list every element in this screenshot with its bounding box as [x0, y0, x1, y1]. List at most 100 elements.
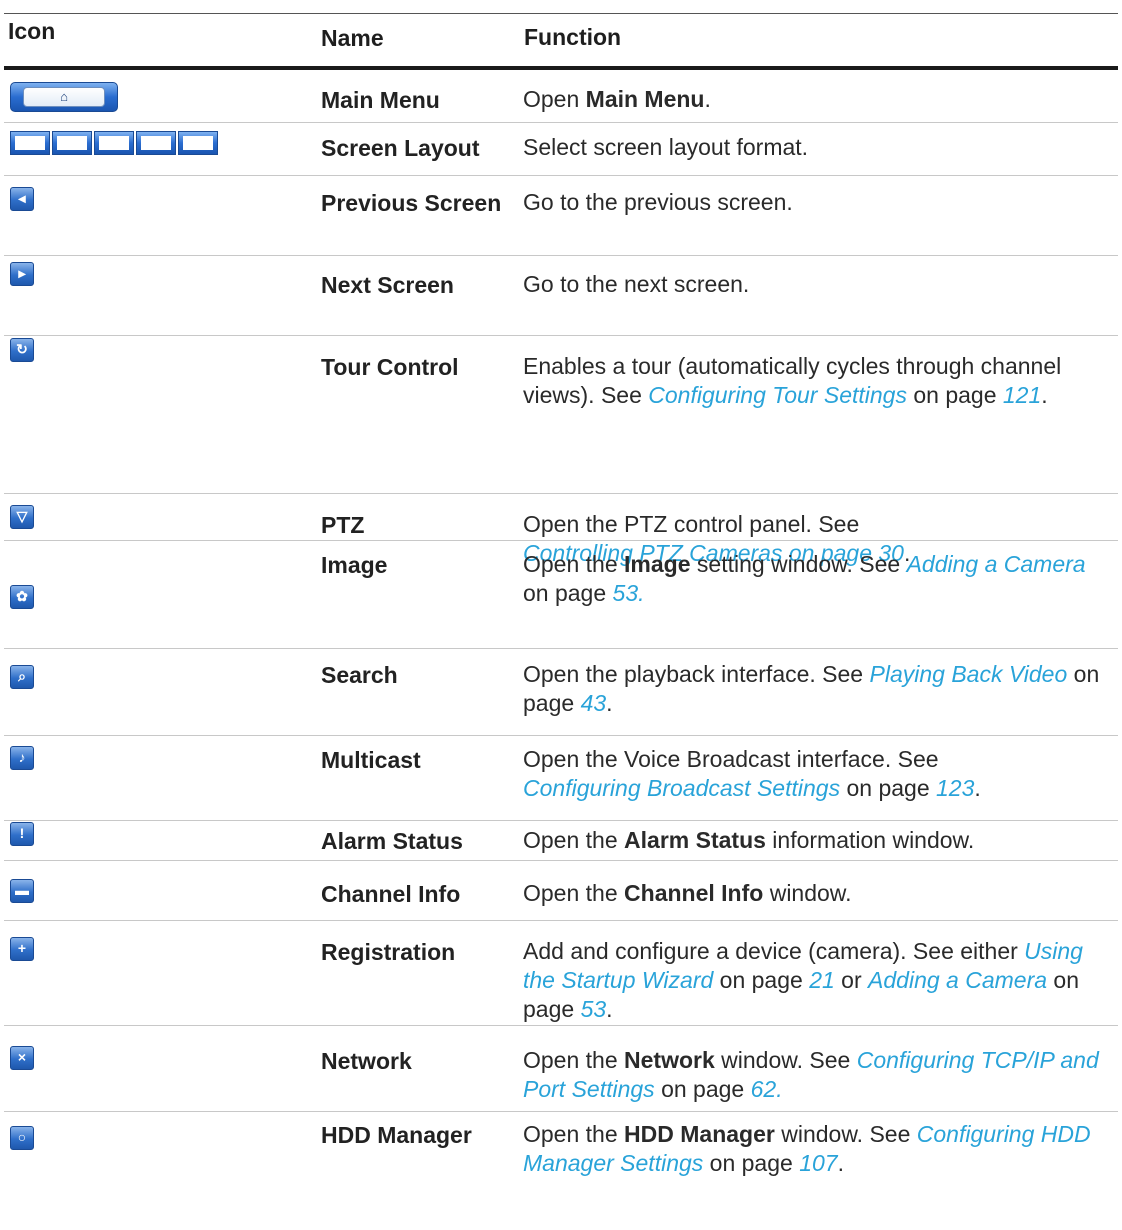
- row-divider: [4, 335, 1118, 336]
- function-text: setting window. See: [690, 551, 907, 577]
- column-header-icon: Icon: [8, 18, 56, 44]
- function-text: Open the: [523, 880, 625, 906]
- row-function: Go to the next screen.: [523, 270, 1118, 299]
- row-divider: [4, 175, 1118, 176]
- row-function: Select screen layout format.: [523, 133, 1118, 162]
- layout-4-icon: [52, 131, 92, 155]
- row-divider: [4, 1025, 1118, 1026]
- row-function: Go to the previous screen.: [523, 188, 1118, 217]
- row-function: Open the Voice Broadcast interface. See …: [523, 745, 1118, 803]
- function-text: Add and configure a device (camera). See…: [523, 938, 1025, 964]
- row-name: Image: [321, 552, 388, 578]
- function-text: Open the: [523, 1047, 625, 1073]
- function-text: .: [974, 775, 981, 801]
- row-function: Open the Alarm Status information window…: [523, 826, 1118, 855]
- row-name: Registration: [321, 939, 456, 965]
- column-header-function: Function: [524, 24, 622, 50]
- function-text: Open the PTZ control panel. See: [523, 511, 860, 537]
- cross-reference-link[interactable]: 53.: [613, 580, 645, 606]
- row-name: Alarm Status: [321, 828, 463, 854]
- row-name: Search: [321, 662, 398, 688]
- bold-term: Image: [624, 551, 691, 577]
- bold-term: Main Menu: [585, 86, 705, 112]
- row-divider: [4, 860, 1118, 861]
- function-text: Open the: [523, 827, 625, 853]
- function-text: Open the: [523, 1121, 625, 1147]
- row-name: HDD Manager: [321, 1122, 472, 1148]
- function-text: .: [837, 1150, 844, 1176]
- row-function: Open the Channel Info window.: [523, 879, 1118, 908]
- cross-reference-link[interactable]: Playing Back Video: [870, 661, 1068, 687]
- cross-reference-link[interactable]: 53: [581, 996, 607, 1022]
- function-text: window. See: [714, 1047, 857, 1073]
- cross-reference-link[interactable]: 21: [809, 967, 835, 993]
- function-text: on page: [713, 967, 810, 993]
- cross-reference-link[interactable]: Configuring Tour Settings: [648, 382, 907, 408]
- cross-reference-link[interactable]: 43: [581, 690, 607, 716]
- layout-9-icon: [136, 131, 176, 155]
- cross-reference-link[interactable]: Adding a Camera: [907, 551, 1086, 577]
- header-rule: [4, 66, 1118, 70]
- function-text: .: [704, 86, 711, 112]
- function-text: .: [606, 996, 613, 1022]
- row-function: Add and configure a device (camera). See…: [523, 937, 1118, 1024]
- cross-reference-link[interactable]: 62.: [751, 1076, 783, 1102]
- row-divider: [4, 920, 1118, 921]
- row-name: Main Menu: [321, 87, 440, 113]
- row-divider: [4, 1111, 1118, 1112]
- function-text: on page: [703, 1150, 800, 1176]
- row-name: Next Screen: [321, 272, 454, 298]
- function-text: on page: [906, 382, 1003, 408]
- bold-term: Channel Info: [624, 880, 764, 906]
- row-name: Network: [321, 1048, 412, 1074]
- row-name: Tour Control: [321, 354, 459, 380]
- function-text: on page: [840, 775, 936, 801]
- row-function: Open the Network window. See Configuring…: [523, 1046, 1118, 1104]
- cross-reference-link[interactable]: 123: [936, 775, 974, 801]
- function-text: .: [606, 690, 613, 716]
- function-text: information window.: [765, 827, 975, 853]
- column-header-name: Name: [321, 25, 384, 51]
- function-text: on page: [654, 1076, 751, 1102]
- function-text: or: [834, 967, 869, 993]
- row-function: Enables a tour (automatically cycles thr…: [523, 352, 1118, 410]
- function-text: Open the: [523, 551, 625, 577]
- row-name: PTZ: [321, 512, 365, 538]
- layout-6-icon: [94, 131, 134, 155]
- row-function: Open the Image setting window. See Addin…: [523, 550, 1118, 608]
- row-divider: [4, 122, 1118, 123]
- cross-reference-link[interactable]: 107: [799, 1150, 837, 1176]
- function-text: Open the playback interface. See: [523, 661, 870, 687]
- row-divider: [4, 493, 1118, 494]
- function-text: Open the Voice Broadcast interface. See: [523, 746, 939, 772]
- row-function: Open the HDD Manager window. See Configu…: [523, 1120, 1118, 1178]
- function-text: Go to the previous screen.: [523, 189, 793, 215]
- bold-term: Alarm Status: [624, 827, 766, 853]
- row-name: Previous Screen: [321, 190, 502, 216]
- bold-term: Network: [624, 1047, 715, 1073]
- row-function: Open Main Menu.: [523, 85, 1118, 114]
- row-divider: [4, 540, 1118, 541]
- layout-16-icon: [178, 131, 218, 155]
- function-text: window.: [763, 880, 852, 906]
- function-text: Open: [523, 86, 586, 112]
- function-text: Go to the next screen.: [523, 271, 750, 297]
- cross-reference-link[interactable]: Adding a Camera: [868, 967, 1047, 993]
- function-text: Select screen layout format.: [523, 134, 809, 160]
- row-divider: [4, 820, 1118, 821]
- function-text: .: [1041, 382, 1048, 408]
- row-name: Channel Info: [321, 881, 461, 907]
- row-name: Multicast: [321, 747, 421, 773]
- cross-reference-link[interactable]: 121: [1003, 382, 1041, 408]
- row-function: Open the playback interface. See Playing…: [523, 660, 1118, 718]
- row-divider: [4, 255, 1118, 256]
- row-divider: [4, 735, 1118, 736]
- row-name: Screen Layout: [321, 135, 480, 161]
- row-divider: [4, 648, 1118, 649]
- bold-term: HDD Manager: [624, 1121, 775, 1147]
- table-top-rule: [4, 13, 1118, 14]
- layout-1-icon: [10, 131, 50, 155]
- function-text: on page: [523, 580, 613, 606]
- cross-reference-link[interactable]: Configuring Broadcast Settings: [523, 775, 840, 801]
- function-text: window. See: [774, 1121, 917, 1147]
